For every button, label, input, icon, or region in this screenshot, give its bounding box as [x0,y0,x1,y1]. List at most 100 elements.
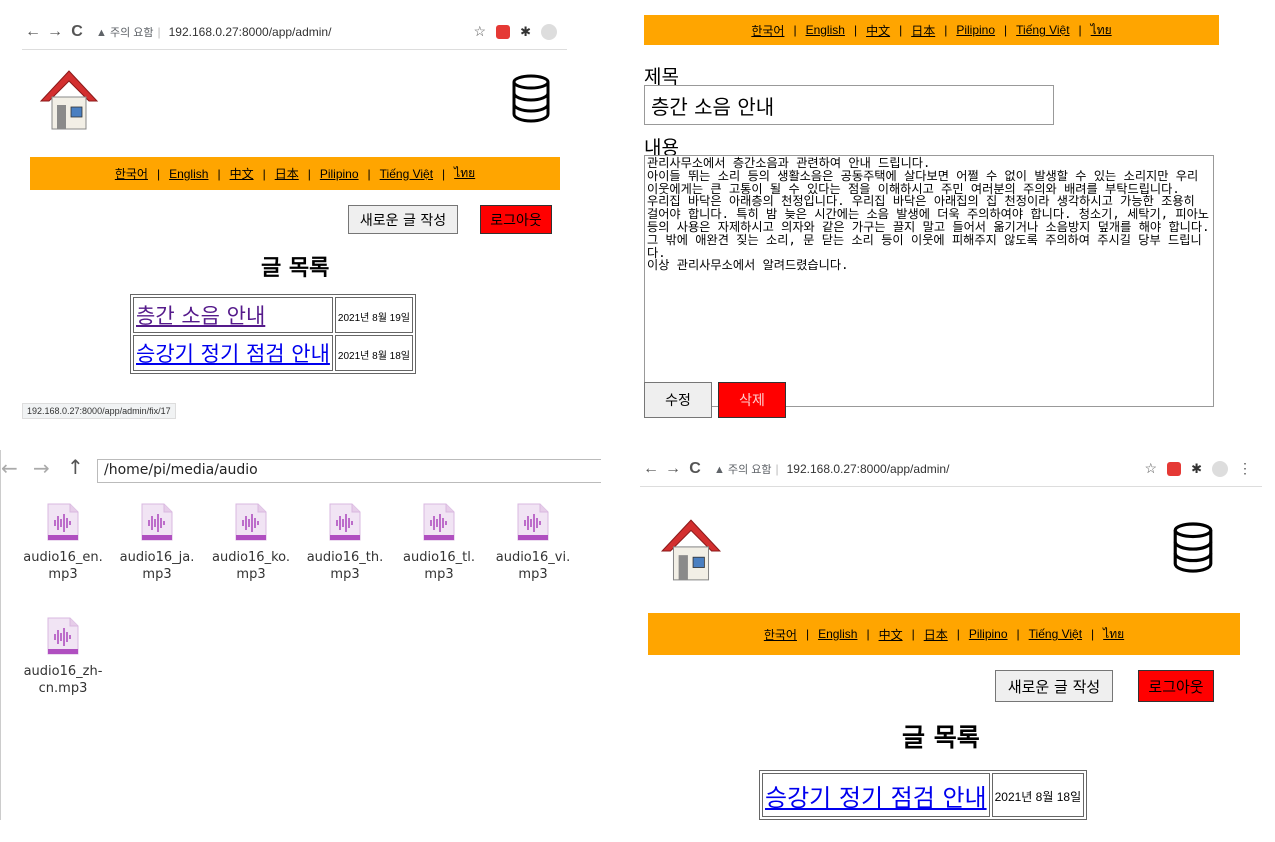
audio-file-item[interactable]: audio16_zh-cn.mp3 [15,616,111,697]
post-date: 2021년 8월 19일 [337,312,410,324]
post-link[interactable]: 층간 소음 안내 [136,304,265,328]
audio-file-item[interactable]: audio16_tl. mp3 [391,502,487,583]
bookmark-star-icon[interactable]: ☆ [1145,460,1158,477]
lang-chinese[interactable]: 中文 [230,165,254,182]
nav-up-button[interactable]: ↑ [67,455,84,479]
file-name-line1: audio16_en. [23,550,103,565]
audio-file-icon [141,503,173,541]
database-icon[interactable] [1170,520,1216,574]
home-icon[interactable] [39,67,99,133]
content-line: 우리집 바닥은 아래층의 천정입니다. 우리집 바닥은 아래집의 집 천정이라 … [647,194,1210,260]
chrome-divider [640,486,1262,487]
lang-separator: | [262,166,266,181]
browser-toolbar: ← → C ▲ 주의 요함 | 192.168.0.27:8000/app/ad… [640,452,1262,486]
audio-file-item[interactable]: audio16_th. mp3 [297,502,393,583]
lang-pilipino[interactable]: Pilipino [320,167,359,181]
audio-file-item[interactable]: audio16_ko. mp3 [203,502,299,583]
lang-separator: | [853,23,858,37]
url-separator: | [157,25,161,39]
lang-thai[interactable]: ไทย [1103,625,1124,644]
back-button[interactable]: ← [22,23,44,41]
lang-japanese[interactable]: 日本 [924,626,948,643]
puzzle-icon[interactable]: ✱ [520,24,531,40]
file-name-line1: audio16_zh- [23,664,103,679]
lang-chinese[interactable]: 中文 [866,22,890,39]
post-title-cell: 승강기 정기 점검 안내 [762,773,990,817]
table-row: 승강기 정기 점검 안내 2021년 8월 18일 [762,773,1085,817]
reload-button[interactable]: C [684,460,706,478]
file-name-line1: audio16_tl. [403,550,475,565]
post-link[interactable]: 승강기 정기 점검 안내 [136,342,330,366]
profile-avatar-icon[interactable] [1212,460,1228,477]
back-button[interactable]: ← [640,460,662,478]
lang-vietnamese[interactable]: Tiếng Việt [1016,23,1069,37]
panel-file-manager: ← → ↑ /home/pi/media/audio audio16_en. mp… [0,450,601,820]
lang-separator: | [911,627,915,641]
lang-korean[interactable]: 한국어 [115,165,148,182]
address-bar[interactable]: 192.168.0.27:8000/app/admin/ [169,25,332,39]
toolbar-actions: ☆ ✱ ⋮ [1145,460,1252,477]
content-line: 관리사무소에서 층간소음과 관련하여 안내 드립니다. [647,156,931,170]
post-link[interactable]: 승강기 정기 점검 안내 [765,784,987,812]
reload-button[interactable]: C [66,23,88,41]
nav-back-button[interactable]: ← [1,456,18,480]
address-bar[interactable]: 192.168.0.27:8000/app/admin/ [787,462,950,476]
panel-edit-post: 한국어 | English | 中文 | 日本 | Pilipino | Tiếng Vi… [640,15,1225,425]
lang-thai[interactable]: ไทย [1091,21,1112,40]
file-name-line1: audio16_vi. [495,550,571,565]
content-line: 이상 관리사무소에서 알려드렸습니다. [647,258,849,273]
menu-kebab-icon[interactable]: ⋮ [1238,460,1252,477]
lang-english[interactable]: English [818,627,857,641]
logout-button[interactable]: 로그아웃 [1138,670,1214,702]
audio-file-item[interactable]: audio16_vi. mp3 [485,502,581,583]
lang-chinese[interactable]: 中文 [879,626,903,643]
lang-pilipino[interactable]: Pilipino [969,627,1008,641]
lang-separator: | [1016,627,1020,641]
language-bar: 한국어 | English | 中文 | 日本 | Pilipino | Tiếng Vi… [644,15,1219,45]
delete-button[interactable]: 삭제 [718,382,786,418]
forward-button[interactable]: → [44,23,66,41]
extension-icon[interactable] [496,24,511,39]
lang-english[interactable]: English [169,167,208,181]
lang-japanese[interactable]: 日本 [275,165,299,182]
post-date-cell: 2021년 8월 19일 [334,297,413,333]
new-post-button[interactable]: 새로운 글 작성 [995,670,1113,702]
extension-icon[interactable] [1167,461,1182,476]
lang-korean[interactable]: 한국어 [764,626,797,643]
logout-button[interactable]: 로그아웃 [480,205,552,234]
lang-korean[interactable]: 한국어 [751,22,784,39]
edit-button[interactable]: 수정 [644,382,712,418]
title-input[interactable]: 층간 소음 안내 [644,85,1054,125]
file-name-line1: audio16_ko. [212,550,290,565]
home-icon[interactable] [660,516,722,584]
security-warning[interactable]: ▲ 주의 요함 [714,461,771,477]
lang-separator: | [805,627,810,641]
lang-separator: | [307,166,311,181]
security-warning[interactable]: ▲ 주의 요함 [96,24,153,40]
file-name-line2: mp3 [424,567,454,582]
table-row: 층간 소음 안내 2021년 8월 19일 [133,297,413,333]
path-field[interactable]: /home/pi/media/audio [97,459,601,483]
nav-forward-button[interactable]: → [33,456,50,480]
post-list-heading: 글 목록 [261,256,330,281]
lang-separator: | [1078,23,1082,37]
post-title-cell: 층간 소음 안내 [133,297,333,333]
puzzle-icon[interactable]: ✱ [1191,461,1202,477]
lang-thai[interactable]: ไทย [454,164,475,183]
new-post-button[interactable]: 새로운 글 작성 [348,205,458,234]
forward-button[interactable]: → [662,460,684,478]
audio-file-item[interactable]: audio16_ja. mp3 [109,502,205,583]
lang-vietnamese[interactable]: Tiếng Việt [380,167,433,181]
file-name-line1: audio16_ja. [119,550,195,565]
audio-file-item[interactable]: audio16_en. mp3 [15,502,111,583]
database-icon[interactable] [509,73,553,123]
lang-english[interactable]: English [806,23,845,37]
file-name-line2: mp3 [518,567,548,582]
lang-pilipino[interactable]: Pilipino [956,23,995,37]
lang-vietnamese[interactable]: Tiếng Việt [1029,627,1082,641]
content-textarea[interactable]: 관리사무소에서 층간소음과 관련하여 안내 드립니다. 아이들 뛰는 소리 등의… [644,155,1214,407]
profile-avatar-icon[interactable] [541,23,557,40]
post-list-table: 층간 소음 안내 2021년 8월 19일 승강기 정기 점검 안내 2021년… [130,294,416,374]
lang-japanese[interactable]: 日本 [911,22,935,39]
bookmark-star-icon[interactable]: ☆ [474,23,487,40]
